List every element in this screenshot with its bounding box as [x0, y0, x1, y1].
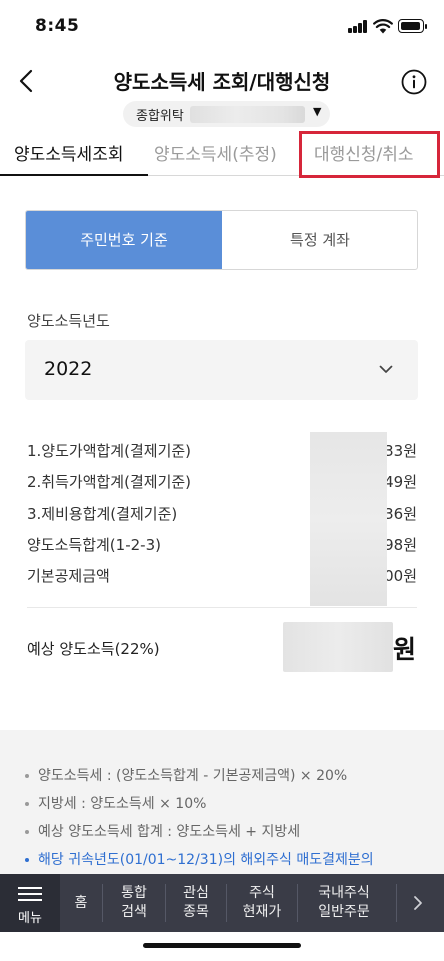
row-value: 98원 [384, 536, 417, 554]
note-item: 예상 양도소득세 합계 : 양도소득세 + 지방세 [25, 821, 300, 841]
account-number-mask [190, 106, 305, 123]
year-select[interactable]: 2022 [25, 340, 418, 400]
row-value: 00원 [384, 567, 417, 585]
bottom-nav: 메뉴 홈 통합 검색 관심 종목 주식 현재가 국내주식 일반주문 [0, 874, 444, 932]
cellular-signal-icon [348, 20, 368, 33]
segment-resident-number[interactable]: 주민번호 기준 [26, 211, 222, 269]
note-item-link: 해당 귀속년도(01/01~12/31)의 해외주식 매도결제분의 [25, 849, 374, 869]
row-value: 49원 [384, 473, 417, 491]
home-indicator-area [0, 932, 444, 961]
row-label: 1.양도가액합계(결제기준) [27, 442, 192, 460]
account-label: 종합위탁 [136, 109, 184, 124]
nav-stock-price[interactable]: 주식 현재가 [227, 874, 297, 932]
status-bar: 8:45 [0, 0, 444, 54]
tab-transfer-tax-estimate[interactable]: 양도소득세(추정) [154, 140, 277, 165]
note-item: 양도소득세 : (양도소득합계 - 기본공제금액) × 20% [25, 765, 347, 785]
nav-domestic-order[interactable]: 국내주식 일반주문 [298, 874, 390, 932]
year-label: 양도소득년도 [27, 312, 110, 330]
page-title: 양도소득세 조회/대행신청 [113, 70, 331, 94]
row-value: 33원 [384, 442, 417, 460]
hamburger-icon [18, 887, 42, 889]
caret-down-icon: ▼ [313, 105, 322, 118]
tab-transfer-tax-inquiry[interactable]: 양도소득세조회 [14, 140, 123, 165]
menu-label: 메뉴 [18, 911, 42, 926]
expected-income-unit: 원 [393, 635, 417, 664]
note-item: 지방세 : 양도소득세 × 10% [25, 793, 206, 813]
expected-income-label: 예상 양도소득(22%) [27, 640, 160, 658]
active-tab-indicator [0, 174, 148, 176]
info-icon[interactable] [401, 69, 427, 95]
basis-segmented-control: 주민번호 기준 특정 계좌 [25, 210, 418, 270]
row-label: 양도소득합계(1-2-3) [27, 536, 161, 554]
row-label: 기본공제금액 [27, 567, 110, 585]
status-time: 8:45 [35, 16, 80, 36]
nav-home[interactable]: 홈 [60, 874, 102, 932]
expected-income-mask [283, 622, 393, 672]
nav-integrated-search[interactable]: 통합 검색 [103, 874, 165, 932]
nav-watchlist[interactable]: 관심 종목 [166, 874, 226, 932]
chevron-right-icon[interactable] [408, 893, 428, 913]
notes-panel: 양도소득세 : (양도소득합계 - 기본공제금액) × 20% 지방세 : 양도… [0, 730, 444, 875]
row-value: 36원 [384, 505, 417, 523]
row-label: 2.취득가액합계(결제기준) [27, 473, 192, 491]
chevron-down-icon [379, 365, 393, 373]
divider [27, 607, 417, 608]
wifi-icon [373, 19, 393, 34]
amount-mask [310, 432, 387, 606]
menu-button[interactable]: 메뉴 [0, 874, 60, 932]
home-indicator[interactable] [143, 943, 301, 948]
highlight-box [299, 131, 440, 178]
row-label: 3.제비용합계(결제기준) [27, 505, 178, 523]
battery-icon [398, 19, 427, 33]
segment-specific-account[interactable]: 특정 계좌 [222, 211, 417, 269]
year-value: 2022 [44, 358, 93, 380]
account-select[interactable]: 종합위탁 ▼ [123, 101, 330, 127]
